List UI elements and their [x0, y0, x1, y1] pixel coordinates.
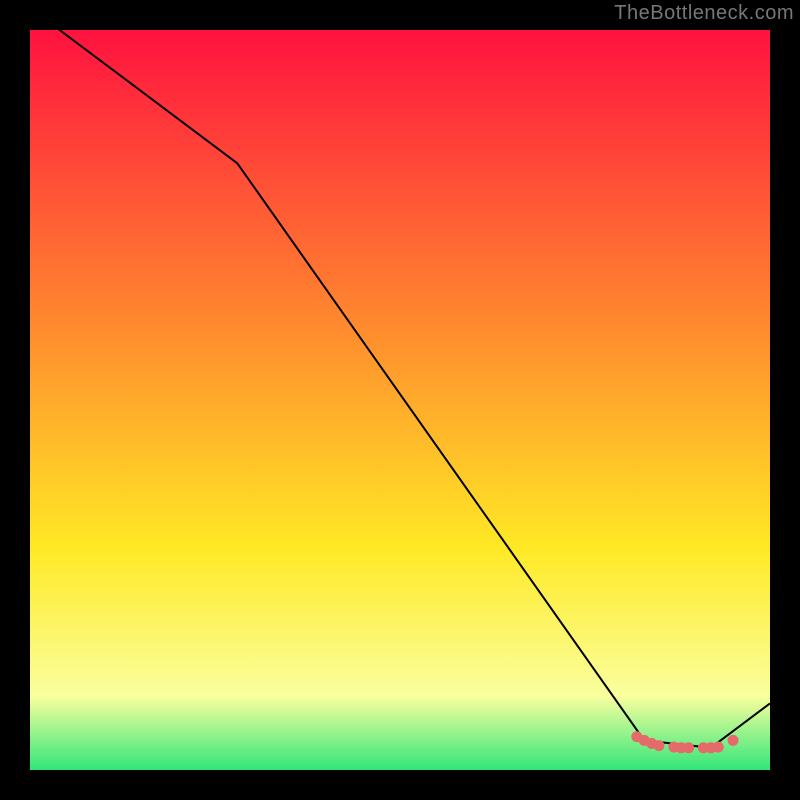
marker-dot: [713, 742, 724, 753]
chart-frame: TheBottleneck.com: [0, 0, 800, 800]
marker-dot: [728, 735, 739, 746]
chart-svg: [30, 30, 770, 770]
plot-area: [30, 30, 770, 770]
watermark-text: TheBottleneck.com: [614, 2, 794, 25]
marker-dot: [654, 740, 665, 751]
gradient-background: [30, 30, 770, 770]
marker-dot: [683, 742, 694, 753]
